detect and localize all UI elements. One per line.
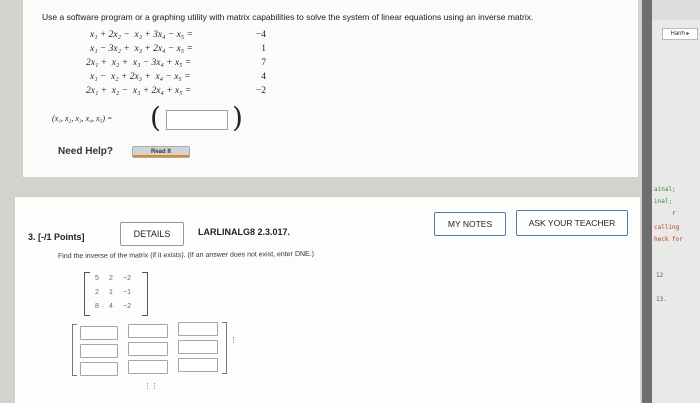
matrix-right-bracket [142, 272, 148, 316]
equation-4-rhs: 4 [261, 72, 266, 82]
inverse-cell-input[interactable] [178, 322, 218, 336]
side-text-fragment: ainal; [654, 186, 676, 193]
answer-label: (x₁, x₂, x₃, x₄, x₅) = [52, 114, 113, 123]
hanh-button[interactable]: Hanh ▸ [662, 28, 698, 40]
screen: Use a software program or a graphing uti… [0, 0, 700, 403]
inverse-cell-input[interactable] [80, 326, 118, 340]
side-text-fragment: heck for [654, 236, 683, 243]
need-help-label: Need Help? [58, 146, 114, 157]
inverse-cell-input[interactable] [80, 362, 118, 376]
side-text-fragment: r [672, 210, 676, 217]
answer-input[interactable] [166, 110, 228, 130]
matrix-cell: 4 [109, 303, 113, 310]
matrix-cell: −1 [123, 289, 131, 296]
inverse-right-bracket [222, 322, 227, 374]
given-matrix: 5 2 −2 2 1 −1 8 4 −2 [84, 272, 154, 316]
equation-5-rhs: −2 [255, 86, 266, 96]
matrix-cell: −2 [123, 303, 131, 310]
matrix-cell: 2 [109, 275, 113, 282]
inverse-cell-input[interactable] [128, 324, 168, 338]
equation-2-rhs: 1 [261, 44, 266, 54]
inverse-cell-input[interactable] [80, 344, 118, 358]
inverse-mark-icon: ⋮ [230, 337, 237, 344]
equation-5: 2x₁ + x₂ − x₃ + 2x₄ + x₅ = [86, 86, 192, 96]
equation-3-rhs: 7 [261, 58, 266, 68]
equation-3: 2x₁ + x₂ + x₃ − 3x₄ + x₅ = [86, 58, 192, 68]
matrix-cell: −2 [123, 275, 131, 282]
side-text-fragment: 13. [656, 296, 667, 303]
read-it-button[interactable]: Read It [132, 146, 190, 158]
right-paren: ) [232, 101, 243, 134]
equation-4: x₁ − x₂ + 2x₃ + x₄ − x₅ = [90, 72, 191, 82]
ask-teacher-button[interactable]: ASK YOUR TEACHER [516, 210, 628, 236]
equation-1: x₁ + 2x₂ − x₃ + 3x₄ − x₅ = [90, 30, 193, 40]
side-text-fragment: inal; [654, 198, 673, 205]
problem-3-label: 3. [-/1 Points] [28, 232, 85, 242]
inverse-cell-input[interactable] [178, 340, 218, 354]
footer-mark-icon: ⋮⋮ [144, 383, 158, 390]
equation-1-rhs: −4 [255, 30, 266, 40]
my-notes-button[interactable]: MY NOTES [434, 212, 506, 236]
matrix-cell: 2 [95, 289, 99, 296]
inverse-cell-input[interactable] [178, 358, 218, 372]
inverse-cell-input[interactable] [128, 360, 168, 374]
side-text-fragment: 12 [656, 272, 664, 279]
side-window-toolbar [652, 0, 700, 20]
equation-2: x₁ − 3x₂ + x₃ + 2x₄ − x₅ = [90, 44, 193, 54]
matrix-cell: 1 [109, 289, 113, 296]
left-paren: ( [150, 101, 161, 134]
inverse-cell-input[interactable] [128, 342, 168, 356]
inverse-left-bracket [72, 324, 77, 376]
problem-code: LARLINALG8 2.3.017. [198, 227, 291, 237]
side-text-fragment: calling [654, 224, 680, 231]
matrix-cell: 5 [95, 275, 99, 282]
matrix-cell: 8 [95, 303, 99, 310]
details-button[interactable]: DETAILS [120, 222, 184, 246]
problem-2-instruction: Use a software program or a graphing uti… [42, 12, 534, 22]
